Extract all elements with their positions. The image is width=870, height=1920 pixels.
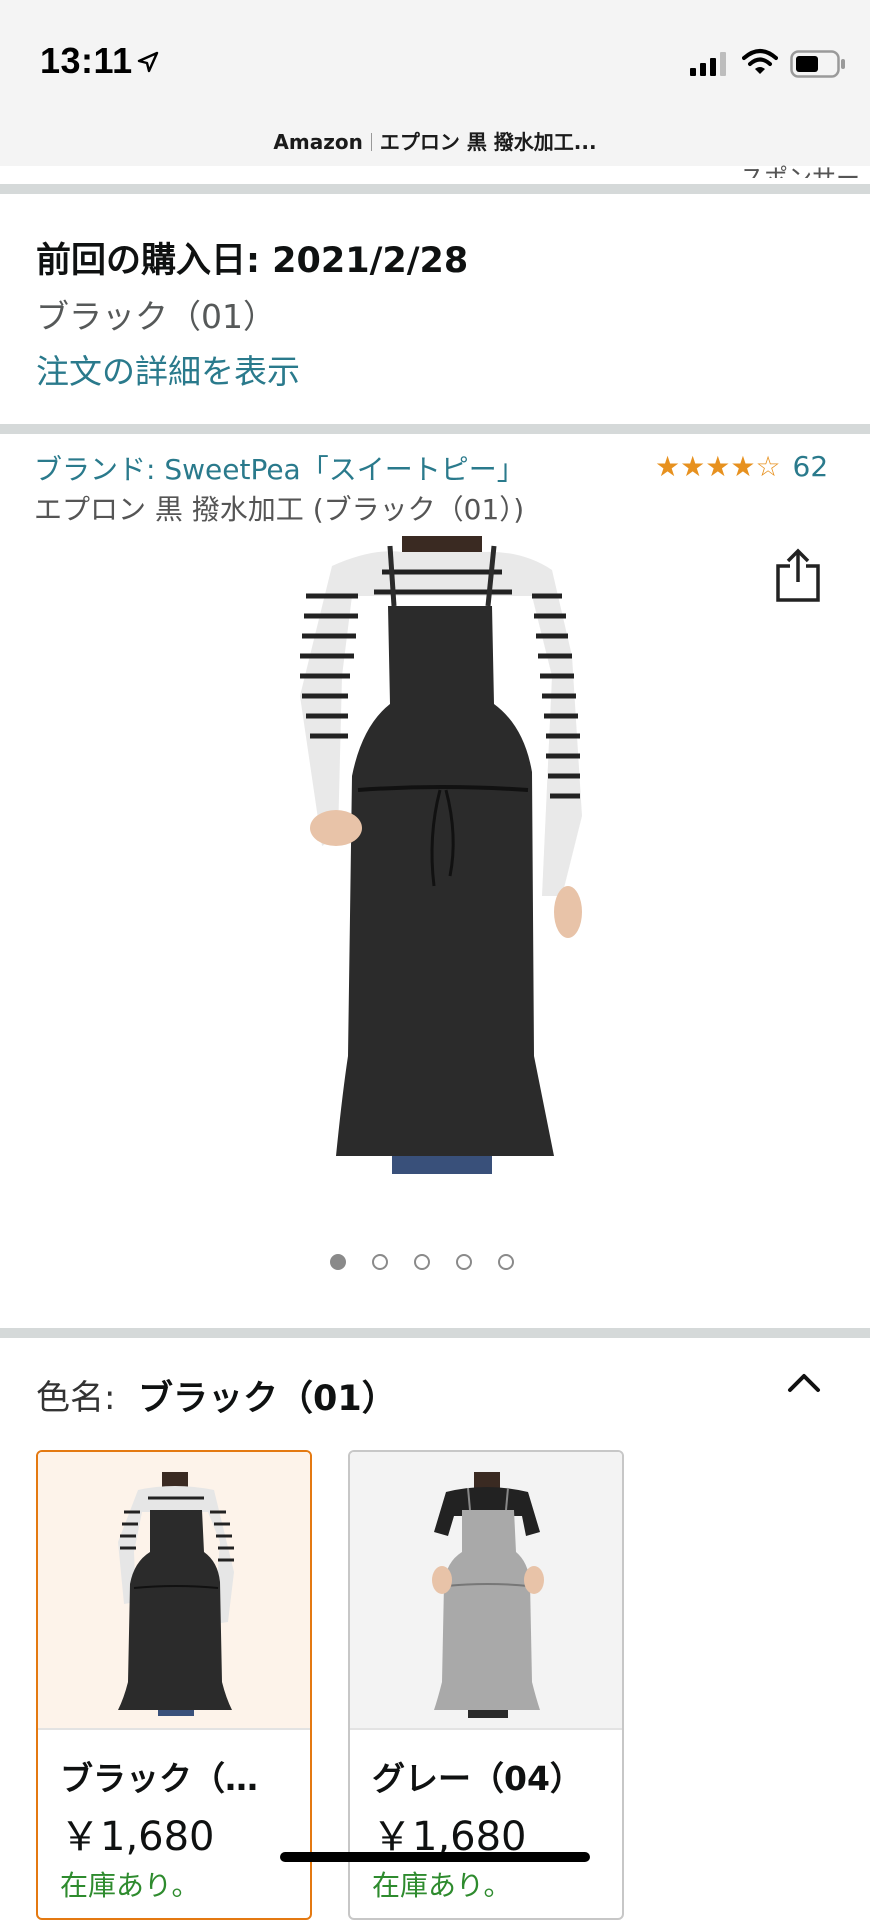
rating[interactable]: ★ ★ ★ ★ ☆ 62 — [655, 450, 828, 483]
last-purchase-date: 前回の購入日: 2021/2/28 — [36, 241, 469, 281]
cellular-signal-icon — [690, 52, 726, 76]
section-divider — [0, 424, 870, 434]
swatch-name: グレー（04） — [372, 1759, 583, 1798]
color-swatch-grey[interactable]: グレー（04） ￥1,680 在庫あり。 — [348, 1450, 624, 1920]
order-details-link[interactable]: 注文の詳細を表示 — [36, 345, 300, 393]
share-icon[interactable] — [774, 548, 822, 604]
swatch-price: ￥1,680 — [60, 1814, 215, 1860]
sponsored-label: スポンサー — [740, 164, 860, 178]
carousel-dot-active[interactable] — [330, 1254, 346, 1270]
star-full-icon: ★ — [705, 449, 731, 483]
carousel-dot[interactable] — [414, 1254, 430, 1270]
color-name-value: ブラック（01） — [138, 1379, 397, 1419]
apron-thumbnail-black — [118, 1472, 234, 1716]
section-divider — [0, 1328, 870, 1338]
swatch-details: ブラック（… ￥1,680 在庫あり。 — [60, 1752, 258, 1904]
carousel-dot[interactable] — [372, 1254, 388, 1270]
last-purchase-variant: ブラック（01） — [36, 297, 276, 336]
star-full-icon: ★ — [730, 449, 756, 483]
star-full-icon: ★ — [655, 449, 681, 483]
image-carousel-dots[interactable] — [330, 1254, 514, 1270]
color-swatch-black[interactable]: ブラック（… ￥1,680 在庫あり。 — [36, 1450, 312, 1920]
chevron-up-icon[interactable] — [784, 1366, 824, 1398]
wifi-icon — [742, 49, 778, 74]
rating-count: 62 — [792, 450, 829, 483]
swatch-image — [350, 1452, 622, 1728]
location-arrow-icon — [137, 51, 159, 73]
apron-thumbnail-grey — [432, 1472, 544, 1718]
swatch-image — [38, 1452, 310, 1728]
carousel-dot[interactable] — [498, 1254, 514, 1270]
star-empty-icon: ☆ — [755, 449, 781, 483]
carousel-dot[interactable] — [456, 1254, 472, 1270]
product-image[interactable] — [262, 536, 612, 1210]
swatch-divider — [350, 1728, 622, 1730]
url-page-title: エプロン 黒 撥水加工... — [379, 130, 597, 154]
swatch-stock-status: 在庫あり。 — [60, 1869, 200, 1902]
url-site: Amazon — [273, 130, 363, 154]
product-title: エプロン 黒 撥水加工 (ブラック（01）) — [34, 493, 525, 526]
swatch-divider — [38, 1728, 310, 1730]
url-bar[interactable]: Amazon エプロン 黒 撥水加工... — [0, 126, 870, 155]
swatch-details: グレー（04） ￥1,680 在庫あり。 — [372, 1752, 583, 1904]
brand-link[interactable]: ブランド: SweetPea「スイートピー」 — [34, 448, 525, 488]
star-full-icon: ★ — [680, 449, 706, 483]
url-separator — [370, 133, 372, 151]
swatch-name: ブラック（… — [60, 1759, 258, 1798]
color-name-label: 色名: — [36, 1378, 116, 1418]
battery-icon — [790, 50, 845, 78]
swatch-stock-status: 在庫あり。 — [372, 1869, 512, 1902]
status-time: 13:11 — [40, 40, 133, 81]
status-bar: 13:11 Amazon エプロン 黒 撥水加工... — [0, 0, 870, 166]
home-indicator[interactable] — [280, 1852, 590, 1862]
section-divider — [0, 184, 870, 194]
